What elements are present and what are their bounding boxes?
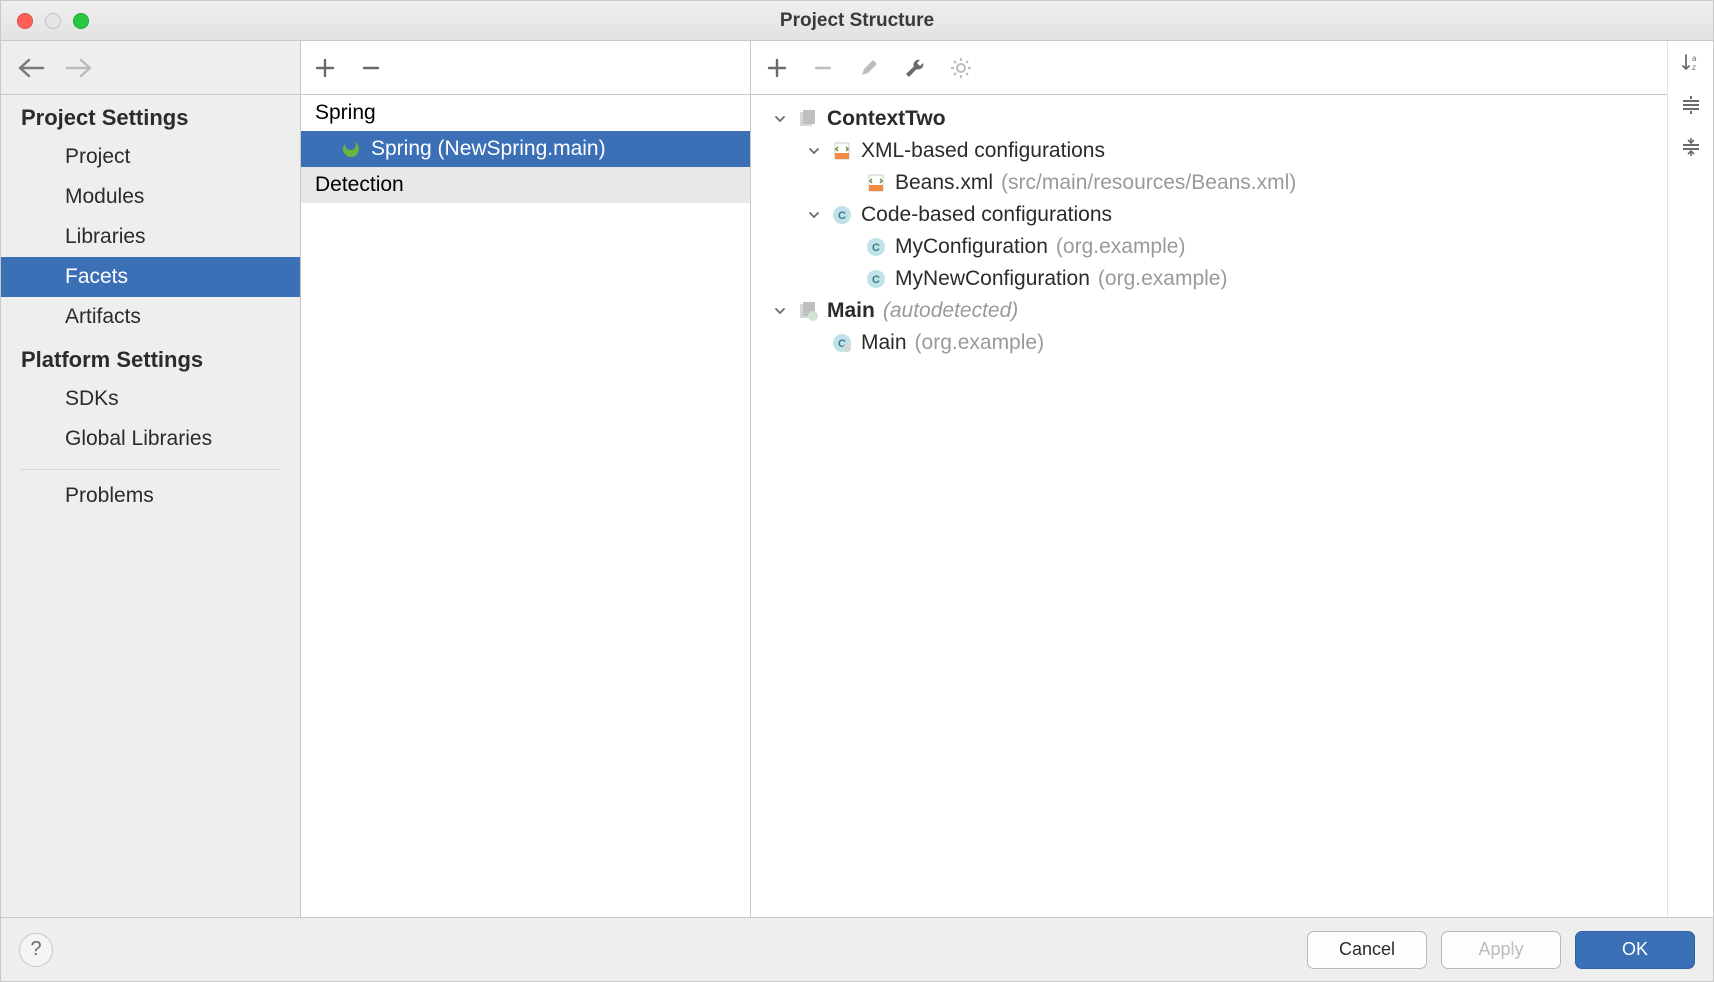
svg-text:a: a <box>1692 54 1697 63</box>
facet-row-label: Detection <box>315 173 404 197</box>
tree-row[interactable]: Beans.xml (src/main/resources/Beans.xml) <box>751 167 1667 199</box>
remove-facet-button[interactable] <box>357 54 385 82</box>
tree-label: ContextTwo <box>827 107 946 131</box>
tree-label: MyConfiguration <box>895 235 1048 259</box>
xml-icon <box>831 140 853 162</box>
sidebar-item-modules[interactable]: Modules <box>1 177 300 217</box>
config-panel: ContextTwo XML-based configurations Bean… <box>751 41 1713 917</box>
sort-alpha-icon[interactable]: az <box>1677 49 1705 77</box>
context-icon <box>797 108 819 130</box>
tree-suffix: (org.example) <box>1098 267 1228 291</box>
project-structure-window: Project Structure Project Settings Proje… <box>0 0 1714 982</box>
section-project-settings: Project Settings <box>1 95 300 137</box>
chevron-down-icon[interactable] <box>771 113 789 125</box>
tree-suffix: (autodetected) <box>883 299 1018 323</box>
facet-row-label: Spring (NewSpring.main) <box>371 137 606 161</box>
chevron-down-icon[interactable] <box>771 305 789 317</box>
tree-row[interactable]: C Main (org.example) <box>751 327 1667 359</box>
chevron-down-icon[interactable] <box>805 145 823 157</box>
wrench-config-button[interactable] <box>901 54 929 82</box>
maximize-window-button[interactable] <box>73 13 89 29</box>
edit-config-button[interactable] <box>855 54 883 82</box>
add-config-button[interactable] <box>763 54 791 82</box>
tree-row[interactable]: XML-based configurations <box>751 135 1667 167</box>
sidebar-separator <box>21 469 280 470</box>
sidebar-item-artifacts[interactable]: Artifacts <box>1 297 300 337</box>
ok-button[interactable]: OK <box>1575 931 1695 969</box>
class-icon: C <box>831 204 853 226</box>
expand-all-icon[interactable] <box>1677 91 1705 119</box>
chevron-down-icon[interactable] <box>805 209 823 221</box>
sidebar-item-libraries[interactable]: Libraries <box>1 217 300 257</box>
class-icon: C <box>865 236 887 258</box>
collapse-all-icon[interactable] <box>1677 133 1705 161</box>
tree-row[interactable]: C Code-based configurations <box>751 199 1667 231</box>
minimize-window-button[interactable] <box>45 13 61 29</box>
svg-text:C: C <box>838 210 846 222</box>
tree-label: MyNewConfiguration <box>895 267 1090 291</box>
facets-toolbar <box>301 41 750 95</box>
tree-label: Code-based configurations <box>861 203 1112 227</box>
add-facet-button[interactable] <box>311 54 339 82</box>
config-side-toolbar: az <box>1667 41 1713 917</box>
help-button[interactable]: ? <box>19 933 53 967</box>
sidebar-item-global-libraries[interactable]: Global Libraries <box>1 419 300 459</box>
tree-label: XML-based configurations <box>861 139 1105 163</box>
facet-row-spring-newspring-main-[interactable]: Spring (NewSpring.main) <box>301 131 750 167</box>
close-window-button[interactable] <box>17 13 33 29</box>
window-controls <box>1 13 89 29</box>
dialog-footer: ? Cancel Apply OK <box>1 917 1713 981</box>
class-icon: C <box>865 268 887 290</box>
tree-label: Main <box>861 331 907 355</box>
sidebar-item-sdks[interactable]: SDKs <box>1 379 300 419</box>
tree-row[interactable]: Main (autodetected) <box>751 295 1667 327</box>
spring-icon <box>341 139 361 159</box>
apply-button[interactable]: Apply <box>1441 931 1561 969</box>
svg-text:C: C <box>872 242 880 254</box>
xml-icon <box>865 172 887 194</box>
cancel-button[interactable]: Cancel <box>1307 931 1427 969</box>
sidebar: Project Settings ProjectModulesLibraries… <box>1 41 301 917</box>
remove-config-button[interactable] <box>809 54 837 82</box>
facet-row-spring[interactable]: Spring <box>301 95 750 131</box>
facets-panel: Spring Spring (NewSpring.main) Detection <box>301 41 751 917</box>
context2-icon <box>797 300 819 322</box>
nav-back-icon[interactable] <box>17 58 45 78</box>
sidebar-item-problems[interactable]: Problems <box>1 476 300 516</box>
config-toolbar <box>751 41 1667 95</box>
tree-suffix: (org.example) <box>915 331 1045 355</box>
class2-icon: C <box>831 332 853 354</box>
svg-text:z: z <box>1692 63 1696 72</box>
nav-forward-icon[interactable] <box>65 58 93 78</box>
window-title: Project Structure <box>1 10 1713 32</box>
svg-text:C: C <box>872 274 880 286</box>
facet-row-label: Spring <box>315 101 376 125</box>
tree-label: Beans.xml <box>895 171 993 195</box>
gear-config-button[interactable] <box>947 54 975 82</box>
section-platform-settings: Platform Settings <box>1 337 300 379</box>
sidebar-item-facets[interactable]: Facets <box>1 257 300 297</box>
tree-row[interactable]: C MyNewConfiguration (org.example) <box>751 263 1667 295</box>
tree-suffix: (src/main/resources/Beans.xml) <box>1001 171 1296 195</box>
tree-label: Main <box>827 299 875 323</box>
tree-row[interactable]: C MyConfiguration (org.example) <box>751 231 1667 263</box>
titlebar: Project Structure <box>1 1 1713 41</box>
sidebar-item-project[interactable]: Project <box>1 137 300 177</box>
tree-row[interactable]: ContextTwo <box>751 103 1667 135</box>
facet-row-detection[interactable]: Detection <box>301 167 750 203</box>
tree-suffix: (org.example) <box>1056 235 1186 259</box>
